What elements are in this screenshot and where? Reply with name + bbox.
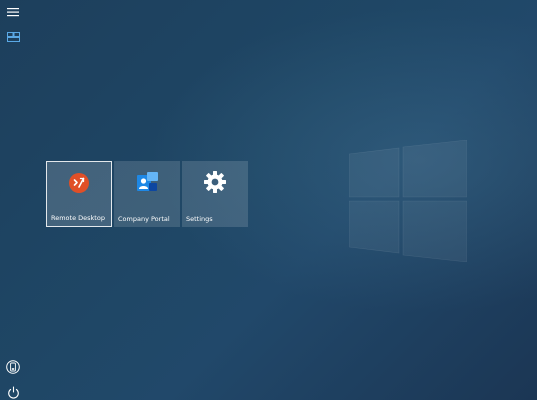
tile-label: Settings: [186, 215, 213, 223]
gear-icon: [203, 170, 227, 194]
tile-company-portal[interactable]: Company Portal: [114, 161, 180, 227]
power-icon[interactable]: [3, 382, 23, 400]
tile-label: Remote Desktop: [51, 214, 105, 222]
user-account-icon[interactable]: [3, 357, 23, 377]
desktop: Remote Desktop Company Portal Settings: [0, 0, 537, 400]
tile-settings[interactable]: Settings: [182, 161, 248, 227]
hamburger-menu-icon[interactable]: [3, 2, 23, 22]
tile-remote-desktop[interactable]: Remote Desktop: [46, 161, 112, 227]
tile-label: Company Portal: [118, 215, 170, 223]
start-left-rail: [0, 0, 26, 400]
all-apps-icon[interactable]: [3, 27, 23, 47]
windows-logo-watermark: [349, 140, 467, 262]
remote-desktop-icon: [67, 171, 91, 195]
company-portal-icon: [135, 170, 159, 194]
